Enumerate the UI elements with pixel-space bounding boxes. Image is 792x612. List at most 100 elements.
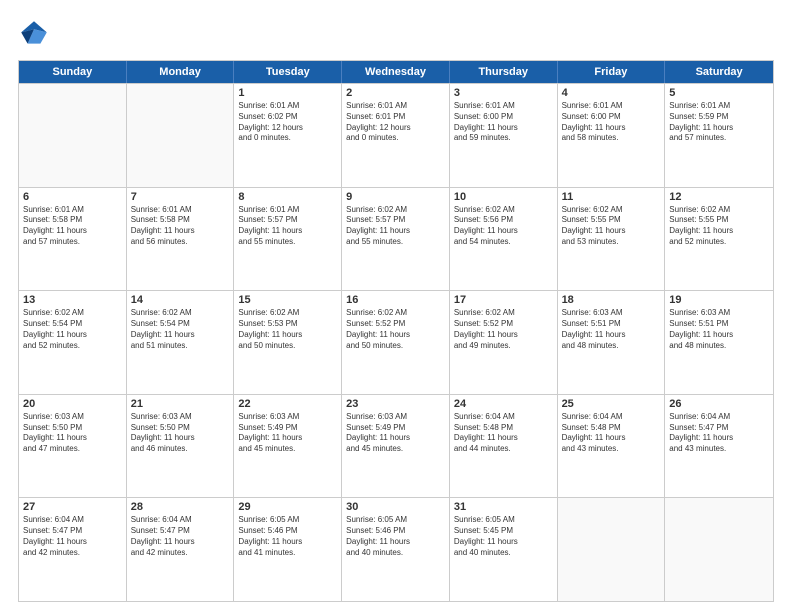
day-info-line: Daylight: 11 hours [346,537,445,548]
day-cell-5: 5Sunrise: 6:01 AMSunset: 5:59 PMDaylight… [665,84,773,187]
day-info-line: Sunset: 6:00 PM [454,112,553,123]
day-info-line: Sunrise: 6:04 AM [454,412,553,423]
day-info-line: Daylight: 11 hours [454,537,553,548]
day-info-line: Daylight: 11 hours [131,433,230,444]
day-cell-23: 23Sunrise: 6:03 AMSunset: 5:49 PMDayligh… [342,395,450,498]
day-number: 27 [23,501,122,513]
day-cell-empty [665,498,773,601]
day-cell-1: 1Sunrise: 6:01 AMSunset: 6:02 PMDaylight… [234,84,342,187]
day-number: 31 [454,501,553,513]
day-number: 8 [238,191,337,203]
day-info-line: Sunrise: 6:02 AM [454,205,553,216]
day-info-line: Daylight: 12 hours [238,123,337,134]
day-info-line: Daylight: 11 hours [562,123,661,134]
day-info-line: Daylight: 11 hours [562,330,661,341]
day-info-line: Sunrise: 6:01 AM [238,205,337,216]
day-number: 1 [238,87,337,99]
day-info-line: and 50 minutes. [238,341,337,352]
day-info-line: Sunset: 5:50 PM [131,423,230,434]
day-cell-7: 7Sunrise: 6:01 AMSunset: 5:58 PMDaylight… [127,188,235,291]
day-info-line: Sunset: 6:02 PM [238,112,337,123]
day-info-line: Sunset: 5:59 PM [669,112,769,123]
day-number: 17 [454,294,553,306]
day-info-line: and 56 minutes. [131,237,230,248]
day-info-line: Sunset: 5:47 PM [669,423,769,434]
day-cell-31: 31Sunrise: 6:05 AMSunset: 5:45 PMDayligh… [450,498,558,601]
day-number: 5 [669,87,769,99]
week-row-4: 20Sunrise: 6:03 AMSunset: 5:50 PMDayligh… [19,394,773,498]
day-info-line: Daylight: 11 hours [454,226,553,237]
day-cell-19: 19Sunrise: 6:03 AMSunset: 5:51 PMDayligh… [665,291,773,394]
day-cell-empty [558,498,666,601]
day-info-line: Daylight: 11 hours [454,433,553,444]
day-info-line: Daylight: 12 hours [346,123,445,134]
day-info-line: Sunset: 6:00 PM [562,112,661,123]
week-row-5: 27Sunrise: 6:04 AMSunset: 5:47 PMDayligh… [19,497,773,601]
day-info-line: Sunrise: 6:02 AM [131,308,230,319]
day-info-line: Sunset: 5:57 PM [346,215,445,226]
day-number: 19 [669,294,769,306]
day-info-line: Sunrise: 6:02 AM [669,205,769,216]
day-info-line: and 58 minutes. [562,133,661,144]
day-info-line: and 0 minutes. [346,133,445,144]
day-cell-3: 3Sunrise: 6:01 AMSunset: 6:00 PMDaylight… [450,84,558,187]
day-info-line: Daylight: 11 hours [23,226,122,237]
day-info-line: and 47 minutes. [23,444,122,455]
day-info-line: and 48 minutes. [562,341,661,352]
day-info-line: and 55 minutes. [238,237,337,248]
day-info-line: Sunrise: 6:04 AM [23,515,122,526]
day-info-line: Sunset: 5:47 PM [23,526,122,537]
day-number: 12 [669,191,769,203]
day-cell-27: 27Sunrise: 6:04 AMSunset: 5:47 PMDayligh… [19,498,127,601]
day-info-line: Sunrise: 6:04 AM [562,412,661,423]
logo [18,18,54,50]
day-info-line: Sunset: 5:54 PM [23,319,122,330]
day-info-line: Sunset: 5:46 PM [346,526,445,537]
day-info-line: and 41 minutes. [238,548,337,559]
day-info-line: Sunset: 5:55 PM [669,215,769,226]
day-info-line: Sunset: 5:49 PM [238,423,337,434]
day-cell-29: 29Sunrise: 6:05 AMSunset: 5:46 PMDayligh… [234,498,342,601]
day-info-line: and 40 minutes. [346,548,445,559]
day-number: 9 [346,191,445,203]
day-info-line: Sunrise: 6:03 AM [23,412,122,423]
day-info-line: Daylight: 11 hours [23,433,122,444]
day-cell-17: 17Sunrise: 6:02 AMSunset: 5:52 PMDayligh… [450,291,558,394]
day-cell-20: 20Sunrise: 6:03 AMSunset: 5:50 PMDayligh… [19,395,127,498]
day-info-line: Daylight: 11 hours [238,226,337,237]
day-info-line: and 42 minutes. [131,548,230,559]
day-info-line: Sunset: 5:52 PM [454,319,553,330]
day-info-line: and 42 minutes. [23,548,122,559]
day-info-line: Sunrise: 6:01 AM [346,101,445,112]
day-info-line: Sunrise: 6:05 AM [346,515,445,526]
day-cell-12: 12Sunrise: 6:02 AMSunset: 5:55 PMDayligh… [665,188,773,291]
day-info-line: Sunrise: 6:01 AM [23,205,122,216]
day-cell-21: 21Sunrise: 6:03 AMSunset: 5:50 PMDayligh… [127,395,235,498]
day-info-line: Sunrise: 6:02 AM [346,308,445,319]
day-number: 26 [669,398,769,410]
day-info-line: and 50 minutes. [346,341,445,352]
day-info-line: Sunset: 5:56 PM [454,215,553,226]
day-info-line: Daylight: 11 hours [562,226,661,237]
day-cell-9: 9Sunrise: 6:02 AMSunset: 5:57 PMDaylight… [342,188,450,291]
day-info-line: Daylight: 11 hours [346,226,445,237]
day-info-line: and 48 minutes. [669,341,769,352]
header-day-monday: Monday [127,61,235,83]
day-cell-14: 14Sunrise: 6:02 AMSunset: 5:54 PMDayligh… [127,291,235,394]
day-info-line: and 59 minutes. [454,133,553,144]
day-cell-30: 30Sunrise: 6:05 AMSunset: 5:46 PMDayligh… [342,498,450,601]
day-info-line: Sunrise: 6:03 AM [669,308,769,319]
day-info-line: Sunset: 5:53 PM [238,319,337,330]
calendar-header: SundayMondayTuesdayWednesdayThursdayFrid… [19,61,773,83]
day-info-line: Sunrise: 6:01 AM [131,205,230,216]
day-number: 2 [346,87,445,99]
day-info-line: Sunset: 5:46 PM [238,526,337,537]
week-row-3: 13Sunrise: 6:02 AMSunset: 5:54 PMDayligh… [19,290,773,394]
day-info-line: and 52 minutes. [23,341,122,352]
day-number: 21 [131,398,230,410]
logo-icon [18,18,50,50]
day-info-line: Sunrise: 6:04 AM [131,515,230,526]
day-info-line: Sunset: 5:58 PM [131,215,230,226]
day-number: 14 [131,294,230,306]
day-info-line: Sunset: 5:54 PM [131,319,230,330]
